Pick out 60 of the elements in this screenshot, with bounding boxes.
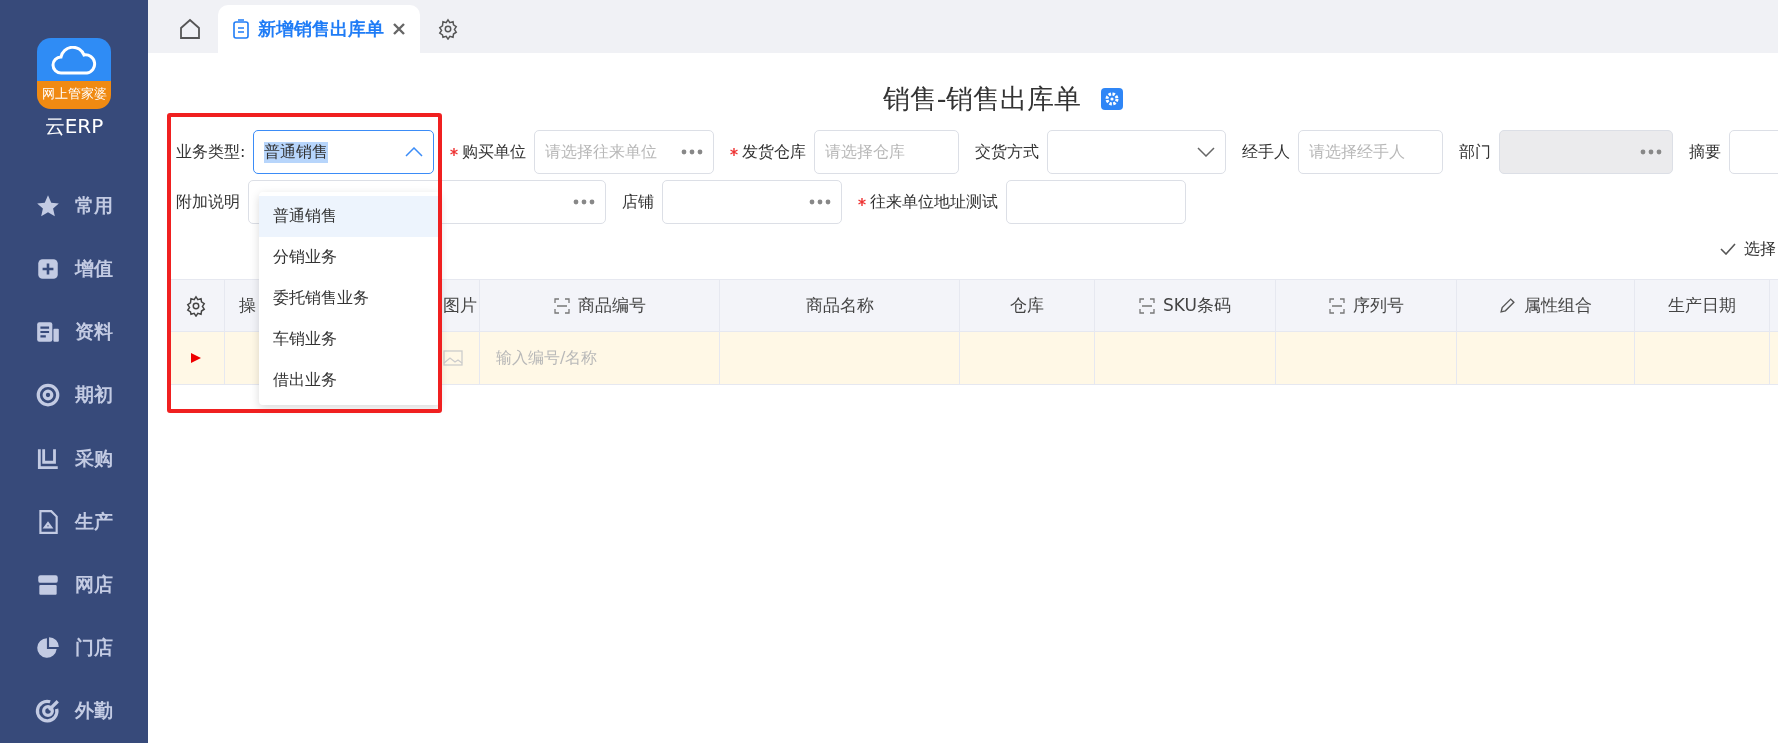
dropdown-option[interactable]: 普通销售 (259, 196, 440, 237)
required-asterisk-icon (858, 198, 866, 206)
field-label: 交货方式 (975, 141, 1040, 163)
scan-icon (553, 297, 570, 314)
close-icon[interactable] (392, 22, 406, 36)
field-label: 业务类型: (176, 141, 246, 163)
sidebar-item[interactable]: 外勤 (35, 679, 113, 743)
sidebar-item[interactable]: 门店 (35, 616, 113, 680)
tab[interactable]: 新增销售出库单 (218, 5, 420, 53)
column-header: 序列号 (1276, 279, 1457, 332)
sidebar-item[interactable]: 采购 (35, 426, 113, 491)
scan-icon (1139, 297, 1156, 314)
column-header: 生产日期 (1635, 279, 1770, 332)
play-icon (190, 352, 202, 364)
logo-text: 云ERP (44, 113, 104, 141)
more-icon[interactable] (809, 199, 831, 205)
field-label: 摘要 (1689, 141, 1722, 163)
check-icon (1720, 243, 1736, 255)
column-header: 商品编号 (480, 279, 720, 332)
chevron-up-icon (405, 147, 424, 157)
settings-icon[interactable] (437, 18, 459, 40)
settings-icon[interactable] (185, 294, 207, 317)
pencil-icon (1499, 297, 1516, 314)
field-label: 店铺 (622, 191, 654, 213)
sidebar-item[interactable]: 资料 (35, 300, 113, 364)
input-field[interactable] (1006, 180, 1186, 224)
field-label: 附加说明 (176, 191, 240, 213)
sidebar-item[interactable]: 常用 (35, 174, 113, 238)
logo-label: 网上管家婆 (41, 85, 107, 104)
batch-select-link[interactable]: 选择 (1744, 238, 1776, 260)
target-icon (35, 382, 61, 409)
select-field[interactable] (1047, 130, 1227, 174)
sidebar-item[interactable]: 网店 (35, 553, 113, 617)
sidebar-item[interactable]: 生产 (35, 490, 113, 554)
column-header: 商品名称 (720, 279, 960, 332)
required-asterisk-icon (450, 148, 459, 156)
more-icon[interactable] (681, 149, 704, 155)
required-asterisk-icon (730, 148, 739, 156)
clipboard-icon (232, 19, 250, 39)
sidebar-item[interactable]: 增值 (35, 237, 113, 301)
chevron-down-icon (1197, 147, 1216, 157)
column-header: 属性组合 (1457, 279, 1635, 332)
page-title: 销售-销售出库单 (882, 82, 1082, 116)
field-label: 经手人 (1242, 141, 1291, 163)
cloud-icon (51, 46, 97, 76)
sidebar-item[interactable]: 期初 (35, 363, 113, 427)
image-icon (443, 350, 463, 366)
field-label: 往来单位地址测试 (858, 191, 998, 213)
input-field[interactable] (662, 180, 842, 224)
scan-icon (1328, 297, 1345, 314)
select-field[interactable]: 普通销售 (253, 130, 435, 174)
more-icon[interactable] (573, 199, 595, 205)
field-label: 部门 (1459, 141, 1492, 163)
column-header: 仓库 (960, 279, 1095, 332)
select-value: 普通销售 (264, 141, 329, 163)
field-label: 发货仓库 (730, 141, 807, 163)
aim-icon (35, 698, 61, 725)
field-label: 购买单位 (450, 141, 527, 163)
column-header: SKU条码 (1095, 279, 1276, 332)
home-icon (178, 17, 202, 41)
